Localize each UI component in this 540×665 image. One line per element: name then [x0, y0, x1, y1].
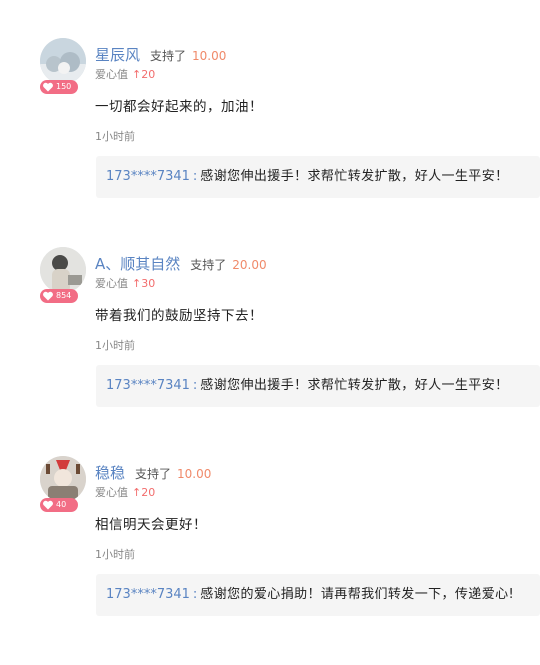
comment-item: 854 A、顺其自然 支持了 20.00 爱心值 ↑ 30 带着我们的鼓励坚持下… [0, 247, 540, 456]
reply-author[interactable]: 173****7341 [106, 587, 190, 602]
comment-time: 1小时前 [95, 339, 135, 352]
reply-text: 感谢您伸出援手！求帮忙转发扩散，好人一生平安！ [200, 378, 509, 393]
avatar[interactable]: 150 [40, 38, 86, 94]
reply-text: 感谢您的爱心捐助！请再帮我们转发一下，传递爱心! [200, 587, 515, 602]
reply-author[interactable]: 173****7341 [106, 378, 190, 393]
comment-feed: 150 星辰风 支持了 10.00 爱心值 ↑ 20 一切都会好起来的，加油！ … [0, 0, 540, 623]
support-amount: 10.00 [192, 49, 227, 63]
up-arrow-icon: ↑ [132, 276, 142, 290]
support-label: 支持了 [150, 49, 187, 63]
user-name[interactable]: 星辰风 [95, 44, 140, 65]
comment-time: 1小时前 [95, 130, 135, 143]
heart-icon [43, 82, 53, 92]
love-level-badge: 854 [40, 289, 78, 303]
reply-author[interactable]: 173****7341 [106, 169, 190, 184]
comment-item: 40 稳稳 支持了 10.00 爱心值 ↑ 20 相信明天会更好！ 1小时前 1… [0, 456, 540, 665]
user-name[interactable]: A、顺其自然 [95, 253, 180, 274]
love-value: 爱心值 ↑ 20 [95, 485, 156, 500]
comment-time: 1小时前 [95, 548, 135, 561]
support-amount: 20.00 [232, 258, 267, 272]
comment-text: 一切都会好起来的，加油！ [95, 99, 263, 115]
up-arrow-icon: ↑ [132, 67, 142, 81]
support-amount: 10.00 [177, 467, 212, 481]
love-level-badge: 40 [40, 498, 78, 512]
love-level-badge: 150 [40, 80, 78, 94]
comment-item: 150 星辰风 支持了 10.00 爱心值 ↑ 20 一切都会好起来的，加油！ … [0, 38, 540, 247]
reply-box: 173****7341: 感谢您伸出援手！求帮忙转发扩散，好人一生平安！ [96, 365, 540, 407]
reply-text: 感谢您伸出援手！求帮忙转发扩散，好人一生平安！ [200, 169, 509, 184]
comment-text: 带着我们的鼓励坚持下去！ [95, 308, 263, 324]
user-name[interactable]: 稳稳 [95, 462, 125, 483]
support-label: 支持了 [190, 258, 227, 272]
comment-text: 相信明天会更好！ [95, 517, 207, 533]
avatar[interactable]: 40 [40, 456, 86, 512]
heart-icon [43, 500, 53, 510]
reply-box: 173****7341: 感谢您伸出援手！求帮忙转发扩散，好人一生平安！ [96, 156, 540, 198]
love-value: 爱心值 ↑ 30 [95, 276, 156, 291]
heart-icon [43, 291, 53, 301]
reply-box: 173****7341: 感谢您的爱心捐助！请再帮我们转发一下，传递爱心! [96, 574, 540, 616]
love-value: 爱心值 ↑ 20 [95, 67, 156, 82]
support-label: 支持了 [135, 467, 172, 481]
avatar[interactable]: 854 [40, 247, 86, 303]
up-arrow-icon: ↑ [132, 485, 142, 499]
